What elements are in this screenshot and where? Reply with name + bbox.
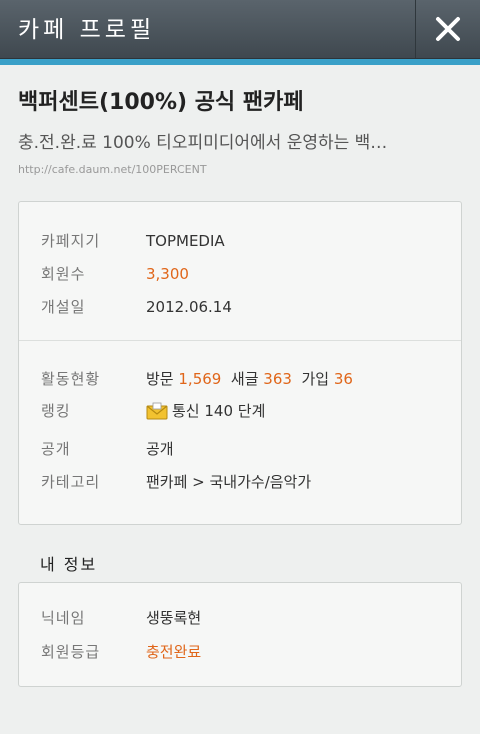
post-label: 새글 (230, 370, 259, 388)
owner-label: 카페지기 (41, 232, 101, 250)
members-label: 회원수 (41, 265, 86, 283)
ranking-row: 랭킹 통신 140 단계 (41, 400, 265, 421)
activity-row: 활동현황 방문 1,569 새글 363 가입 36 (41, 368, 353, 389)
opened-row: 개설일 2012.06.14 (41, 296, 232, 317)
ranking-label: 랭킹 (41, 402, 71, 420)
join-count: 36 (333, 370, 353, 388)
activity-label: 활동현황 (41, 370, 101, 388)
nickname-label: 닉네임 (41, 609, 86, 627)
owner-row: 카페지기 TOPMEDIA (41, 230, 225, 251)
visit-count: 1,569 (178, 370, 222, 388)
members-value: 3,300 (146, 265, 189, 283)
cafe-url-link[interactable]: http://cafe.daum.net/100PERCENT (18, 163, 207, 176)
grade-row: 회원등급 충전완료 (41, 641, 201, 662)
cafe-description: 충.전.완.료 100% 티오피미디어에서 운영하는 백… (18, 133, 388, 153)
ranking-value: 통신 140 단계 (172, 402, 266, 420)
header-title: 카페 프로필 (18, 17, 156, 43)
my-info-title: 내 정보 (40, 555, 98, 574)
visibility-row: 공개 공개 (41, 438, 174, 459)
visibility-label: 공개 (41, 440, 71, 458)
cafe-info-panel: 카페지기 TOPMEDIA 회원수 3,300 개설일 2012.06.14 활동현황… (18, 201, 462, 525)
opened-label: 개설일 (41, 298, 86, 316)
header-bar: 카페 프로필 (0, 0, 480, 59)
my-info-panel: 닉네임 생뚱록현 회원등급 충전완료 (18, 582, 462, 687)
members-row: 회원수 3,300 (41, 263, 189, 284)
category-row: 카테고리 팬카페 > 국내가수/음악가 (41, 471, 311, 492)
section-divider (19, 340, 461, 341)
visit-label: 방문 (146, 370, 174, 388)
owner-value: TOPMEDIA (146, 232, 225, 250)
close-button[interactable] (415, 0, 480, 58)
visibility-value: 공개 (146, 440, 174, 458)
grade-label: 회원등급 (41, 643, 101, 661)
join-label: 가입 (301, 370, 330, 388)
nickname-row: 닉네임 생뚱록현 (41, 607, 201, 628)
nickname-value: 생뚱록현 (146, 609, 202, 627)
grade-value: 충전완료 (146, 643, 202, 661)
opened-value: 2012.06.14 (146, 298, 232, 316)
accent-strip (0, 59, 480, 65)
category-label: 카테고리 (41, 473, 101, 491)
close-icon (436, 17, 460, 41)
post-count: 363 (263, 370, 292, 388)
category-value: 팬카페 > 국내가수/음악가 (146, 473, 312, 491)
mail-rank-icon (146, 402, 168, 420)
cafe-title: 백퍼센트(100%) 공식 팬카페 (18, 90, 304, 115)
